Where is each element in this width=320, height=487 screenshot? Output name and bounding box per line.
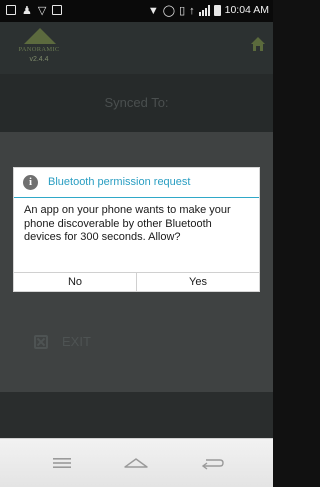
status-bar: ♟ ▽ ▼ ◯ ▯ ↑ 10:04 AM — [0, 0, 273, 22]
user-icon: ♟ — [22, 5, 32, 17]
signal-icon — [198, 5, 210, 16]
status-time: 10:04 AM — [224, 4, 269, 16]
alarm-icon: ◯ — [162, 4, 176, 17]
info-icon: i — [23, 175, 38, 190]
wifi-icon: ▽ — [37, 5, 47, 17]
synced-row: Synced To: — [0, 74, 273, 132]
location-icon: ▼ — [147, 4, 159, 17]
exit-label: EXIT — [62, 334, 91, 349]
home-icon[interactable] — [122, 455, 150, 471]
bluetooth-permission-dialog: i Bluetooth permission request An app on… — [14, 168, 259, 291]
menu-icon[interactable] — [48, 455, 76, 471]
screenshot-icon — [6, 5, 16, 15]
status-left-icons: ♟ ▽ — [6, 5, 63, 17]
exit-menu-item[interactable]: EXIT — [34, 334, 91, 349]
back-icon[interactable] — [198, 455, 226, 471]
image-icon — [52, 5, 63, 15]
yes-button[interactable]: Yes — [136, 273, 259, 291]
battery-icon — [213, 5, 221, 16]
dialog-title: Bluetooth permission request — [48, 176, 191, 188]
app-logo: PANORAMIC v2.4.4 — [8, 28, 70, 68]
app-version: v2.4.4 — [29, 56, 49, 63]
network-icon: ↑ — [189, 4, 195, 17]
vibrate-icon: ▯ — [179, 4, 186, 17]
no-button[interactable]: No — [14, 273, 136, 291]
dialog-buttons: No Yes — [14, 272, 259, 291]
dialog-message: An app on your phone wants to make your … — [24, 204, 231, 243]
exit-icon — [34, 334, 48, 349]
dialog-title-row: i Bluetooth permission request — [14, 168, 259, 198]
synced-label: Synced To: — [104, 95, 169, 110]
phone-screen: ♟ ▽ ▼ ◯ ▯ ↑ 10:04 AM PANORAMIC v2.4.4 Sy… — [0, 0, 273, 487]
app-header: PANORAMIC v2.4.4 — [0, 22, 273, 74]
logo-brand: PANORAMIC — [18, 46, 60, 53]
home-icon[interactable] — [249, 35, 267, 53]
status-right-icons: ▼ ◯ ▯ ↑ 10:04 AM — [148, 4, 269, 17]
bottom-panel — [0, 392, 273, 438]
logo-mountain-icon — [24, 28, 56, 44]
navigation-bar — [0, 438, 273, 487]
